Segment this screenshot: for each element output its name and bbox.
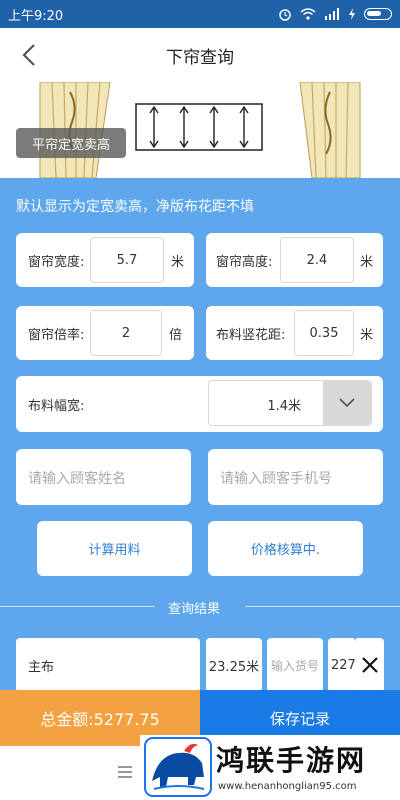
app-header: 下帘查询 <box>0 28 400 82</box>
chevron-left-icon <box>22 44 35 66</box>
page-title: 下帘查询 <box>166 47 234 68</box>
status-time: 上午9:20 <box>8 8 64 24</box>
pattern-card: 布料竖花距: 0.35 米 <box>206 306 383 360</box>
ratio-label: 窗帘倍率: <box>28 328 85 343</box>
result-price-text: 227 <box>331 657 356 673</box>
customer-name-placeholder: 请输入顾客姓名 <box>28 471 126 487</box>
curtain-mode-badge[interactable]: 平帘定宽卖高 <box>16 128 126 158</box>
pattern-unit: 米 <box>360 328 374 343</box>
watermark: 鸿联手游网 www.henanhonglian95.com <box>140 735 400 800</box>
result-price: 227 <box>328 638 356 692</box>
result-amount-text: 23.25米 <box>208 659 260 675</box>
product-code-input[interactable]: 输入货号 <box>267 638 323 692</box>
fabric-width-label: 布料幅宽: <box>28 399 85 414</box>
form-panel: 默认显示为定宽卖高，净版布花距不填 窗帘宽度: 5.7 米 窗帘高度: 2.4 … <box>0 178 400 692</box>
right-curtain-drape <box>299 82 361 178</box>
ratio-card: 窗帘倍率: 2 倍 <box>16 306 194 360</box>
result-amount: 23.25米 <box>206 638 262 692</box>
fabric-width-value: 1.4米 <box>267 399 301 414</box>
watermark-brand: 鸿联手游网 <box>216 744 367 777</box>
delete-row-button[interactable] <box>356 638 384 692</box>
battery-icon <box>364 8 392 20</box>
result-item-name: 主布 <box>16 638 200 692</box>
ratio-unit: 倍 <box>169 328 183 343</box>
width-card: 窗帘宽度: 5.7 米 <box>16 233 194 287</box>
height-label: 窗帘高度: <box>216 255 273 270</box>
ratio-input[interactable]: 2 <box>90 310 162 356</box>
fabric-width-card: 布料幅宽: 1.4米 <box>16 376 383 432</box>
customer-phone-input[interactable]: 请输入顾客手机号 <box>208 449 383 505</box>
chevron-down-icon <box>339 398 355 408</box>
wifi-icon <box>300 8 316 20</box>
height-card: 窗帘高度: 2.4 米 <box>206 233 383 287</box>
status-bar: 上午9:20 <box>0 0 400 28</box>
calculate-button[interactable]: 计算用料 <box>37 521 192 576</box>
status-icons <box>278 7 392 21</box>
width-unit: 米 <box>171 255 185 270</box>
results-divider-left <box>0 606 155 607</box>
fabric-width-select[interactable]: 1.4米 <box>208 380 372 426</box>
alarm-icon <box>279 9 291 21</box>
bison-logo-icon <box>144 737 212 797</box>
results-title: 查询结果 <box>168 602 221 617</box>
width-input[interactable]: 5.7 <box>90 237 164 283</box>
watermark-url: www.henanhonglian95.com <box>218 781 357 792</box>
dropdown-button[interactable] <box>323 381 371 425</box>
customer-phone-placeholder: 请输入顾客手机号 <box>220 471 332 487</box>
back-button[interactable] <box>12 38 46 72</box>
results-divider-right <box>245 606 400 607</box>
curtain-illustration: 平帘定宽卖高 <box>0 82 400 178</box>
flat-panel-diagram <box>135 103 263 151</box>
close-icon <box>362 657 378 673</box>
signal-icon <box>325 8 339 20</box>
product-code-placeholder: 输入货号 <box>270 658 319 673</box>
height-unit: 米 <box>360 255 374 270</box>
customer-name-input[interactable]: 请输入顾客姓名 <box>16 449 191 505</box>
height-input[interactable]: 2.4 <box>280 237 354 283</box>
menu-icon[interactable] <box>118 766 132 778</box>
form-hint: 默认显示为定宽卖高，净版布花距不填 <box>16 199 254 215</box>
price-check-button[interactable]: 价格核算中. <box>208 521 363 576</box>
pattern-input[interactable]: 0.35 <box>294 310 354 356</box>
charging-icon <box>349 8 355 20</box>
result-item-name-text: 主布 <box>28 659 55 675</box>
pattern-label: 布料竖花距: <box>216 328 286 343</box>
width-label: 窗帘宽度: <box>28 255 85 270</box>
